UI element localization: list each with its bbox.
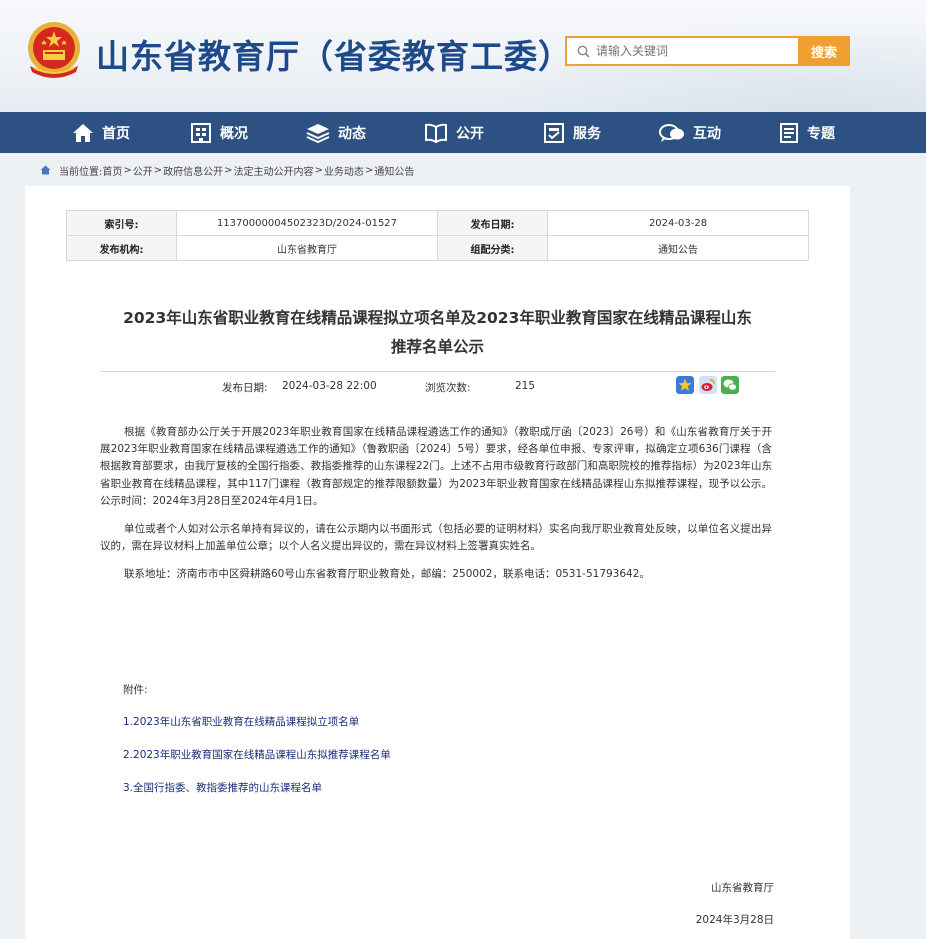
chat-icon [659, 123, 684, 142]
favorite-star-icon[interactable] [676, 376, 694, 394]
breadcrumb: 当前位置: 首页 > 公开 > 政府信息公开 > 法定主动公开内容 > 业务动态 > 通知… [40, 162, 414, 178]
table-row: 发布机构: 山东省教育厅 组配分类: 通知公告 [66, 235, 809, 261]
wechat-icon[interactable] [721, 376, 739, 394]
pub-date-label: 发布日期: [222, 382, 268, 394]
index-label: 索引号: [66, 210, 177, 236]
pub-date-value: 2024-03-28 22:00 [282, 380, 377, 392]
nav-label: 服务 [573, 125, 601, 142]
nav-label: 概况 [220, 125, 248, 142]
service-icon [544, 122, 564, 143]
breadcrumb-prefix: 当前位置: [59, 166, 103, 178]
site-title: 山东省教育厅（省委教育工委） [96, 37, 572, 76]
nav-item-service[interactable]: 服务 [543, 112, 601, 153]
breadcrumb-separator: > [123, 164, 132, 176]
building-icon [191, 122, 211, 143]
nav-item-overview[interactable]: 概况 [190, 112, 248, 153]
index-value: 11370000004502323D/2024-01527 [176, 210, 438, 236]
category-value: 通知公告 [547, 235, 809, 261]
search-icon [577, 45, 590, 58]
article-title: 2023年山东省职业教育在线精品课程拟立项名单及2023年职业教育国家在线精品课… [100, 304, 775, 362]
nav-item-news[interactable]: 动态 [306, 112, 366, 153]
paragraph: 联系地址：济南市市中区舜耕路60号山东省教育厅职业教育处，邮编：250002，联… [124, 568, 650, 581]
views-label: 浏览次数: [425, 382, 471, 394]
nav-label: 动态 [338, 125, 366, 142]
attachment-link-1[interactable]: 1.2023年山东省职业教育在线精品课程拟立项名单 [123, 714, 359, 729]
main-nav: 首页 概况 动态 公开 服务 互动 专题 [0, 112, 926, 153]
nav-label: 首页 [102, 125, 130, 142]
article-title-line: 推荐名单公示 [390, 338, 484, 356]
divider [100, 371, 775, 372]
sign-date: 2024年3月28日 [695, 914, 774, 926]
home-icon [73, 123, 93, 142]
nav-label: 专题 [807, 125, 835, 142]
attachments-label: 附件: [123, 684, 148, 696]
article-body: 根据《教育部办公厅关于开展2023年职业教育国家在线精品课程遴选工作的通知》（教… [100, 424, 772, 595]
content-panel: 索引号: 11370000004502323D/2024-01527 发布日期:… [25, 186, 850, 939]
article-title-line: 2023年山东省职业教育在线精品课程拟立项名单及2023年职业教育国家在线精品课… [123, 309, 752, 327]
nav-item-interact[interactable]: 互动 [659, 112, 721, 153]
nav-item-home[interactable]: 首页 [72, 112, 130, 153]
site-header: 山东省教育厅（省委教育工委） 搜索 [0, 0, 926, 112]
date-label: 发布日期: [437, 210, 548, 236]
nav-label: 公开 [456, 125, 484, 142]
breadcrumb-item-business[interactable]: 业务动态 [324, 163, 364, 178]
attachment-link-3[interactable]: 3.全国行指委、教指委推荐的山东课程名单 [123, 780, 322, 795]
org-value: 山东省教育厅 [176, 235, 438, 261]
layers-icon [306, 123, 330, 143]
search-input[interactable] [596, 44, 776, 58]
table-row: 索引号: 11370000004502323D/2024-01527 发布日期:… [66, 210, 809, 236]
nav-item-topic[interactable]: 专题 [779, 112, 835, 153]
meta-table: 索引号: 11370000004502323D/2024-01527 发布日期:… [66, 210, 809, 261]
breadcrumb-separator: > [224, 164, 233, 176]
views-value: 215 [515, 380, 536, 392]
org-label: 发布机构: [66, 235, 177, 261]
paragraph: 单位或者个人如对公示名单持有异议的，请在公示期内以书面形式（包括必要的证明材料）… [100, 523, 772, 553]
search-button[interactable]: 搜索 [798, 36, 850, 66]
home-icon [40, 165, 51, 175]
nav-item-public[interactable]: 公开 [424, 112, 484, 153]
breadcrumb-item-home[interactable]: 首页 [102, 163, 122, 178]
paragraph: 根据《教育部办公厅关于开展2023年职业教育国家在线精品课程遴选工作的通知》（教… [100, 426, 772, 507]
category-label: 组配分类: [437, 235, 548, 261]
breadcrumb-item-notice[interactable]: 通知公告 [374, 163, 414, 178]
book-icon [425, 123, 447, 143]
search-box[interactable] [565, 36, 798, 66]
national-emblem-icon[interactable] [24, 20, 84, 82]
signature: 山东省教育厅 [711, 882, 774, 894]
breadcrumb-separator: > [153, 164, 163, 176]
breadcrumb-separator: > [314, 164, 323, 176]
breadcrumb-item-statutory[interactable]: 法定主动公开内容 [234, 163, 314, 178]
nav-label: 互动 [693, 125, 721, 142]
breadcrumb-separator: > [364, 164, 374, 176]
attachment-link-2[interactable]: 2.2023年职业教育国家在线精品课程山东拟推荐课程名单 [123, 747, 391, 762]
document-icon [780, 122, 798, 143]
breadcrumb-item-public[interactable]: 公开 [133, 163, 153, 178]
date-value: 2024-03-28 [547, 210, 809, 236]
breadcrumb-item-gov-info[interactable]: 政府信息公开 [163, 163, 223, 178]
weibo-icon[interactable] [699, 376, 717, 394]
